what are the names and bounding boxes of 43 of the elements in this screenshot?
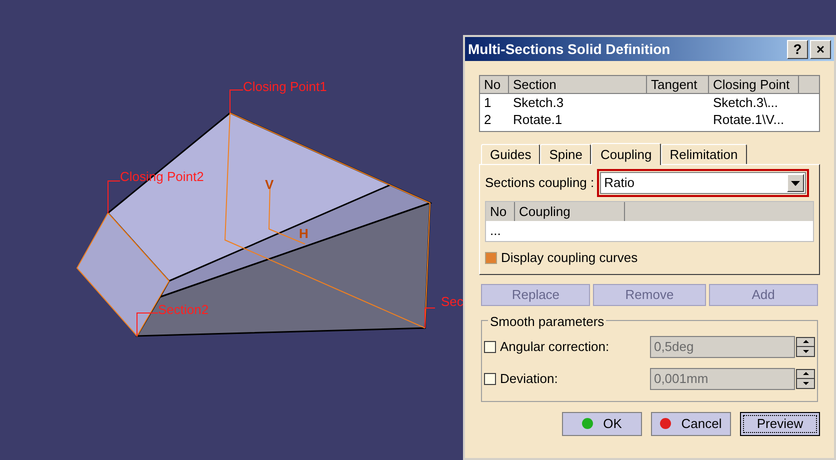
field-label: Deviation:	[500, 370, 559, 388]
column-header[interactable]: No	[486, 202, 515, 221]
axis-label: H	[299, 227, 308, 240]
table-cell-text: ...	[489, 222, 502, 240]
down-arrow-icon	[802, 350, 808, 353]
ok-button[interactable]: OK	[562, 412, 642, 436]
table-row[interactable]: 1 Sketch.3 Sketch.3\...	[480, 94, 819, 111]
table-row[interactable]: 2 Rotate.1 Rotate.1\V...	[480, 111, 819, 128]
close-button[interactable]: ×	[810, 40, 831, 58]
checkbox-label: Display coupling curves	[501, 249, 638, 267]
table-cell-text: Rotate.1	[512, 111, 564, 128]
coupling-dropdown[interactable]: Ratio	[600, 172, 806, 194]
checkbox[interactable]	[485, 252, 497, 264]
table-cell-text: Rotate.1\V...	[712, 111, 786, 128]
table-cell-text: 1	[483, 94, 492, 111]
column-header[interactable]: Closing Point	[709, 76, 799, 94]
dropdown-caret-icon	[787, 174, 804, 192]
column-header[interactable]: No	[480, 76, 509, 94]
up-arrow-icon	[802, 340, 808, 344]
tab[interactable]: Guides	[481, 144, 540, 164]
field-label: Angular correction:	[500, 338, 610, 356]
column-header[interactable]: Tangent	[647, 76, 709, 94]
table-cell-text: 2	[483, 111, 492, 128]
spinner-control[interactable]	[796, 368, 815, 388]
spinner-control[interactable]	[796, 336, 815, 356]
column-header[interactable]: Section	[509, 76, 647, 94]
cancel-button[interactable]: Cancel	[651, 412, 731, 436]
down-arrow-icon	[802, 382, 808, 385]
callout-label: Sec	[441, 295, 463, 308]
column-header[interactable]: Coupling	[515, 202, 625, 221]
tab[interactable]: Relimitation	[660, 144, 747, 164]
up-arrow-icon	[802, 372, 808, 376]
table-cell-text: Sketch.3	[512, 94, 565, 111]
table-cell-text: Sketch.3\...	[712, 94, 780, 111]
tab[interactable]: Coupling	[591, 143, 661, 165]
tab[interactable]: Spine	[540, 144, 592, 164]
callout-label: Section2	[158, 303, 209, 316]
field-label: Sections coupling :	[485, 174, 594, 192]
help-button[interactable]: ?	[787, 40, 808, 58]
window-title: Multi-Sections Solid Definition	[468, 40, 672, 58]
axis-label: V	[265, 178, 274, 191]
preview-button[interactable]: Preview	[740, 412, 820, 436]
callout-label: Closing Point1	[243, 80, 327, 93]
